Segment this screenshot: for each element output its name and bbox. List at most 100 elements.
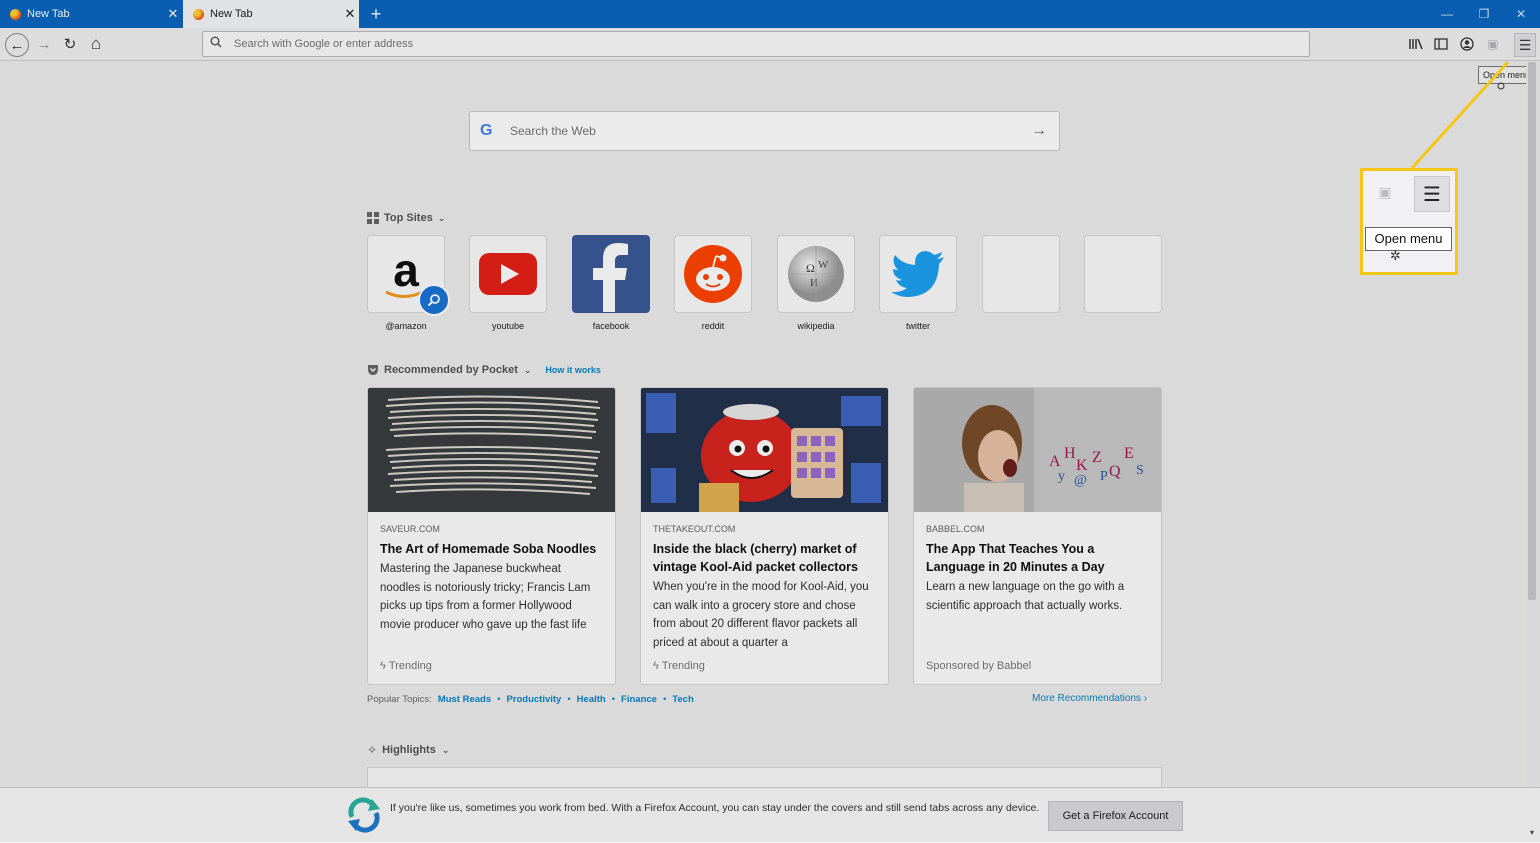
forward-button[interactable]: → xyxy=(32,33,56,55)
bolt-icon: ϟ xyxy=(380,660,389,672)
new-tab-button[interactable]: + xyxy=(366,3,386,25)
firefox-favicon-icon xyxy=(10,8,21,20)
card-title: The Art of Homemade Soba Noodles xyxy=(380,542,597,556)
get-firefox-account-button[interactable]: Get a Firefox Account xyxy=(1048,801,1183,831)
top-site-youtube[interactable]: youtube xyxy=(469,235,547,331)
card-image-noodles xyxy=(368,388,615,512)
chevron-down-icon[interactable]: ⌄ xyxy=(442,745,450,756)
card-description: When you're in the mood for Kool-Aid, yo… xyxy=(653,581,869,649)
svg-text:a: a xyxy=(393,244,419,296)
chevron-down-icon[interactable]: ⌄ xyxy=(524,365,532,376)
top-site-amazon[interactable]: a @amazon xyxy=(367,235,450,331)
highlights-header[interactable]: ✧ Highlights ⌄ xyxy=(367,743,449,757)
card-image-koolaid xyxy=(641,388,888,512)
open-menu-button[interactable]: ☰ xyxy=(1514,33,1536,57)
svg-text:@: @ xyxy=(1074,473,1087,488)
popular-topics-label: Popular Topics: xyxy=(367,694,432,705)
svg-text:y: y xyxy=(1058,469,1065,484)
topic-link[interactable]: Must Reads xyxy=(438,694,491,705)
scrollbar-thumb[interactable] xyxy=(1528,62,1536,600)
minimize-button[interactable]: — xyxy=(1432,4,1462,24)
pocket-card-koolaid[interactable]: THETAKEOUT.COM Inside the black (cherry)… xyxy=(640,387,889,685)
gear-cursor-icon: ✲ xyxy=(1390,248,1401,263)
top-site-facebook[interactable]: facebook xyxy=(572,235,650,331)
sidebar-icon[interactable] xyxy=(1431,34,1451,54)
svg-text:Z: Z xyxy=(1092,449,1102,466)
how-it-works-link[interactable]: How it works xyxy=(545,365,601,375)
card-context: ϟ Trending xyxy=(653,660,705,672)
top-site-label: reddit xyxy=(701,321,725,331)
svg-text:H: H xyxy=(1064,445,1076,462)
reload-button[interactable]: ↻ xyxy=(58,33,82,55)
svg-text:A: A xyxy=(1049,453,1061,470)
svg-text:Q: Q xyxy=(1109,463,1121,480)
web-search-input[interactable] xyxy=(508,123,1019,139)
tab-new-tab-2[interactable]: New Tab ✕ xyxy=(183,0,359,28)
pocket-icon xyxy=(368,365,378,375)
pdf-extension-icon: ▣ xyxy=(1378,183,1392,200)
library-icon[interactable] xyxy=(1406,34,1426,54)
card-source: BABBEL.COM xyxy=(926,524,985,534)
chevron-right-icon: › xyxy=(1143,693,1148,704)
top-site-twitter[interactable]: twitter xyxy=(879,235,957,331)
popular-topics: Popular Topics: Must Reads • Productivity… xyxy=(367,694,694,705)
top-sites-header[interactable]: Top Sites ⌄ xyxy=(367,212,445,224)
highlights-sparkle-icon: ✧ xyxy=(367,743,378,757)
back-button[interactable]: ← xyxy=(5,33,29,57)
tab-title: New Tab xyxy=(210,8,253,20)
more-recommendations-link[interactable]: More Recommendations › xyxy=(1032,693,1147,704)
pocket-header[interactable]: Recommended by Pocket ⌄ How it works xyxy=(367,364,601,376)
close-tab-icon[interactable]: ✕ xyxy=(341,6,359,22)
grid-icon xyxy=(367,212,379,224)
svg-text:W: W xyxy=(818,259,829,271)
banner-text: If you're like us, sometimes you work fr… xyxy=(390,802,1040,814)
close-window-button[interactable]: ✕ xyxy=(1506,4,1536,24)
card-description: Learn a new language on the go with a sc… xyxy=(926,581,1125,612)
svg-text:P: P xyxy=(1100,469,1108,484)
pocket-card-babbel[interactable]: A H K Z Q Ey @ P S BABBEL.COM The App That Teach… xyxy=(913,387,1162,685)
google-logo-icon: G xyxy=(480,122,493,139)
address-bar[interactable] xyxy=(202,31,1310,57)
topic-link[interactable]: Health xyxy=(577,694,606,705)
card-source: THETAKEOUT.COM xyxy=(653,524,736,534)
web-search-box[interactable]: G → xyxy=(469,111,1060,151)
topic-link[interactable]: Tech xyxy=(672,694,693,705)
amazon-logo-icon: a xyxy=(367,235,450,316)
tab-title: New Tab xyxy=(27,8,70,20)
svg-text:K: K xyxy=(1076,457,1088,474)
chevron-down-icon[interactable]: ⌄ xyxy=(438,213,446,224)
top-site-label: wikipedia xyxy=(797,321,835,331)
card-description: Mastering the Japanese buckwheat noodles… xyxy=(380,563,591,631)
tab-new-tab-1[interactable]: New Tab ✕ xyxy=(0,0,182,28)
svg-text:Ω: Ω xyxy=(806,261,815,275)
top-site-label: youtube xyxy=(491,321,525,331)
open-menu-button-zoomed: ☰ xyxy=(1414,176,1450,212)
twitter-logo-icon xyxy=(879,235,957,313)
scroll-down-arrow-icon[interactable]: ▾ xyxy=(1526,828,1538,840)
pocket-card-soba[interactable]: SAVEUR.COM The Art of Homemade Soba Nood… xyxy=(367,387,616,685)
top-site-wikipedia[interactable]: ΩWИ wikipedia xyxy=(777,235,855,331)
top-site-label: @amazon xyxy=(385,321,427,331)
url-input[interactable] xyxy=(232,37,1136,51)
search-icon xyxy=(210,35,226,53)
top-site-empty[interactable] xyxy=(982,235,1060,321)
firefox-favicon-icon xyxy=(193,8,204,20)
wikipedia-logo-icon: ΩWИ xyxy=(777,235,855,313)
top-site-empty[interactable] xyxy=(1084,235,1162,321)
pdf-extension-icon[interactable]: ▣ xyxy=(1483,34,1503,54)
bolt-icon: ϟ xyxy=(653,660,662,672)
pocket-title: Recommended by Pocket xyxy=(384,364,518,376)
highlights-title: Highlights xyxy=(382,744,436,756)
svg-text:S: S xyxy=(1136,463,1144,478)
top-site-reddit[interactable]: reddit xyxy=(674,235,752,331)
account-icon[interactable] xyxy=(1457,34,1477,54)
restore-button[interactable]: ❐ xyxy=(1469,4,1499,24)
top-sites-title: Top Sites xyxy=(384,212,433,224)
topic-link[interactable]: Productivity xyxy=(506,694,561,705)
topic-link[interactable]: Finance xyxy=(621,694,657,705)
close-tab-icon[interactable]: ✕ xyxy=(164,6,182,22)
top-site-label: facebook xyxy=(592,321,630,331)
card-source: SAVEUR.COM xyxy=(380,524,440,534)
search-submit-icon[interactable]: → xyxy=(1019,122,1059,140)
home-button[interactable]: ⌂ xyxy=(84,33,108,55)
